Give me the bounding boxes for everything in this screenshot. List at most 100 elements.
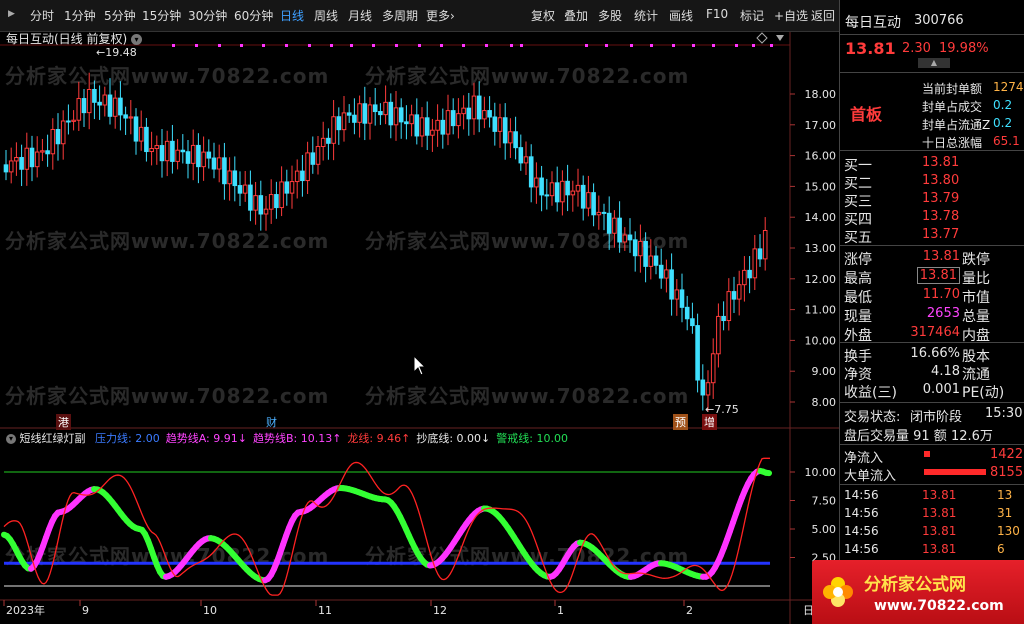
candle-body xyxy=(154,145,160,150)
quote-row: 现量 2653 总量 xyxy=(840,306,1024,325)
trade-time: 15:30 xyxy=(985,406,1023,421)
candle-body xyxy=(700,379,706,396)
candle-body xyxy=(258,195,264,215)
candle-body xyxy=(606,212,612,234)
candle-body xyxy=(414,114,420,137)
candle-body xyxy=(674,289,680,300)
event-tag-forecast[interactable]: 预 xyxy=(673,414,688,430)
candle-body xyxy=(71,119,76,122)
price-axis-label: 16.00 xyxy=(805,150,837,163)
candle-body xyxy=(102,94,108,106)
candle-body xyxy=(29,147,35,168)
stat-label: 涨停 xyxy=(844,252,872,268)
quote-row: 当前封单额 1274 xyxy=(840,80,1024,98)
candle-body xyxy=(315,146,321,165)
quote-row: 买五 13.77 xyxy=(840,227,1024,246)
quote-row: 买四 13.78 xyxy=(840,209,1024,228)
candle-body xyxy=(658,264,664,279)
tick-volume: 6 xyxy=(997,542,1005,556)
tick-price: 13.81 xyxy=(922,506,957,520)
price-axis-label: 11.00 xyxy=(805,304,837,317)
candle-body xyxy=(664,269,669,279)
signal-dot xyxy=(770,44,773,47)
candle-body xyxy=(445,110,451,135)
candle-body xyxy=(544,194,550,197)
candle-body xyxy=(248,184,253,211)
candle-body xyxy=(159,145,165,162)
signal-dot xyxy=(372,44,375,47)
candle-body xyxy=(398,107,404,123)
seal-value: 0.2 xyxy=(993,116,1013,130)
candle-body xyxy=(112,97,118,117)
tick-time: 14:56 xyxy=(844,506,879,520)
candle-body xyxy=(92,88,97,103)
signal-dot xyxy=(172,44,175,47)
candle-body xyxy=(487,110,492,118)
candle-body xyxy=(430,129,435,136)
candle-body xyxy=(268,194,274,210)
price-axis-label: 18.00 xyxy=(805,88,837,101)
chevron-down-icon[interactable]: ▾ xyxy=(131,34,143,45)
price-change-pct: 19.98% xyxy=(939,41,989,56)
chart-title: 每日互动(日线 前复权) ▾ xyxy=(6,30,143,47)
quote-row: 换手 16.66% 股本 xyxy=(840,346,1024,365)
event-tag-finance[interactable]: 财 xyxy=(264,414,279,430)
candle-body xyxy=(123,114,128,119)
candle-body xyxy=(227,170,232,185)
stat-label: 最低 xyxy=(844,290,872,306)
price-axis-label: 8.00 xyxy=(812,396,837,409)
candle-body xyxy=(320,137,326,148)
candle-body xyxy=(242,184,248,194)
collapse-icon[interactable]: ▲ xyxy=(918,58,950,68)
candle-body xyxy=(466,107,472,120)
tick-volume: 31 xyxy=(997,506,1013,520)
chevron-down-icon[interactable]: ▾ xyxy=(6,434,16,444)
stat-value: 317464 xyxy=(910,325,960,340)
quote-row: 最低 11.70 市值 xyxy=(840,287,1024,306)
candle-body xyxy=(476,95,482,120)
signal-dot xyxy=(630,44,633,47)
event-tag-hk[interactable]: 港 xyxy=(56,414,71,430)
candle-body xyxy=(591,192,596,216)
triangle-down-icon[interactable] xyxy=(776,35,784,41)
candle-body xyxy=(461,107,466,115)
candle-body xyxy=(138,126,144,142)
diamond-icon[interactable] xyxy=(756,32,768,44)
candle-body xyxy=(3,164,9,173)
candle-body xyxy=(440,119,446,135)
event-tag-increase[interactable]: 增 xyxy=(702,414,717,430)
candle-body xyxy=(570,190,576,196)
candle-body xyxy=(164,140,170,162)
bid-level-label: 买二 xyxy=(844,176,872,192)
seal-label: 当前封单额 xyxy=(922,82,983,96)
quote-row: 买一 13.81 xyxy=(840,155,1024,174)
bid-price: 13.78 xyxy=(922,209,960,224)
candle-body xyxy=(617,217,622,243)
stat-value: 2653 xyxy=(926,306,960,321)
candle-body xyxy=(669,269,674,300)
signal-dot xyxy=(520,44,523,47)
candle-body xyxy=(575,184,581,192)
candle-body xyxy=(66,120,71,123)
candle-body xyxy=(341,112,347,131)
indicator-legend-item: 趋势线B: 10.13↑ xyxy=(252,432,342,445)
signal-dot xyxy=(195,44,198,47)
candle-body xyxy=(284,181,290,194)
price-axis-label: 10.00 xyxy=(805,334,837,347)
candle-body xyxy=(222,157,227,185)
date-axis-label: 2023年 xyxy=(6,603,45,617)
candle-body xyxy=(648,255,654,267)
signal-dot xyxy=(218,44,221,47)
signal-dot xyxy=(510,44,513,47)
price-axis-label: 9.00 xyxy=(812,365,837,378)
tick-time: 14:56 xyxy=(844,542,879,556)
price-axis-label: 13.00 xyxy=(805,242,837,255)
candle-body xyxy=(305,152,310,182)
signal-dot xyxy=(605,44,608,47)
date-axis-label: 1 xyxy=(557,604,564,617)
kline-chart[interactable]: 18.0017.0016.0015.0014.0013.0012.0011.00… xyxy=(0,0,839,624)
bid-price: 13.77 xyxy=(922,227,960,242)
candle-body xyxy=(180,149,186,153)
candle-body xyxy=(388,101,394,126)
trade-status-label: 交易状态: xyxy=(844,410,901,425)
